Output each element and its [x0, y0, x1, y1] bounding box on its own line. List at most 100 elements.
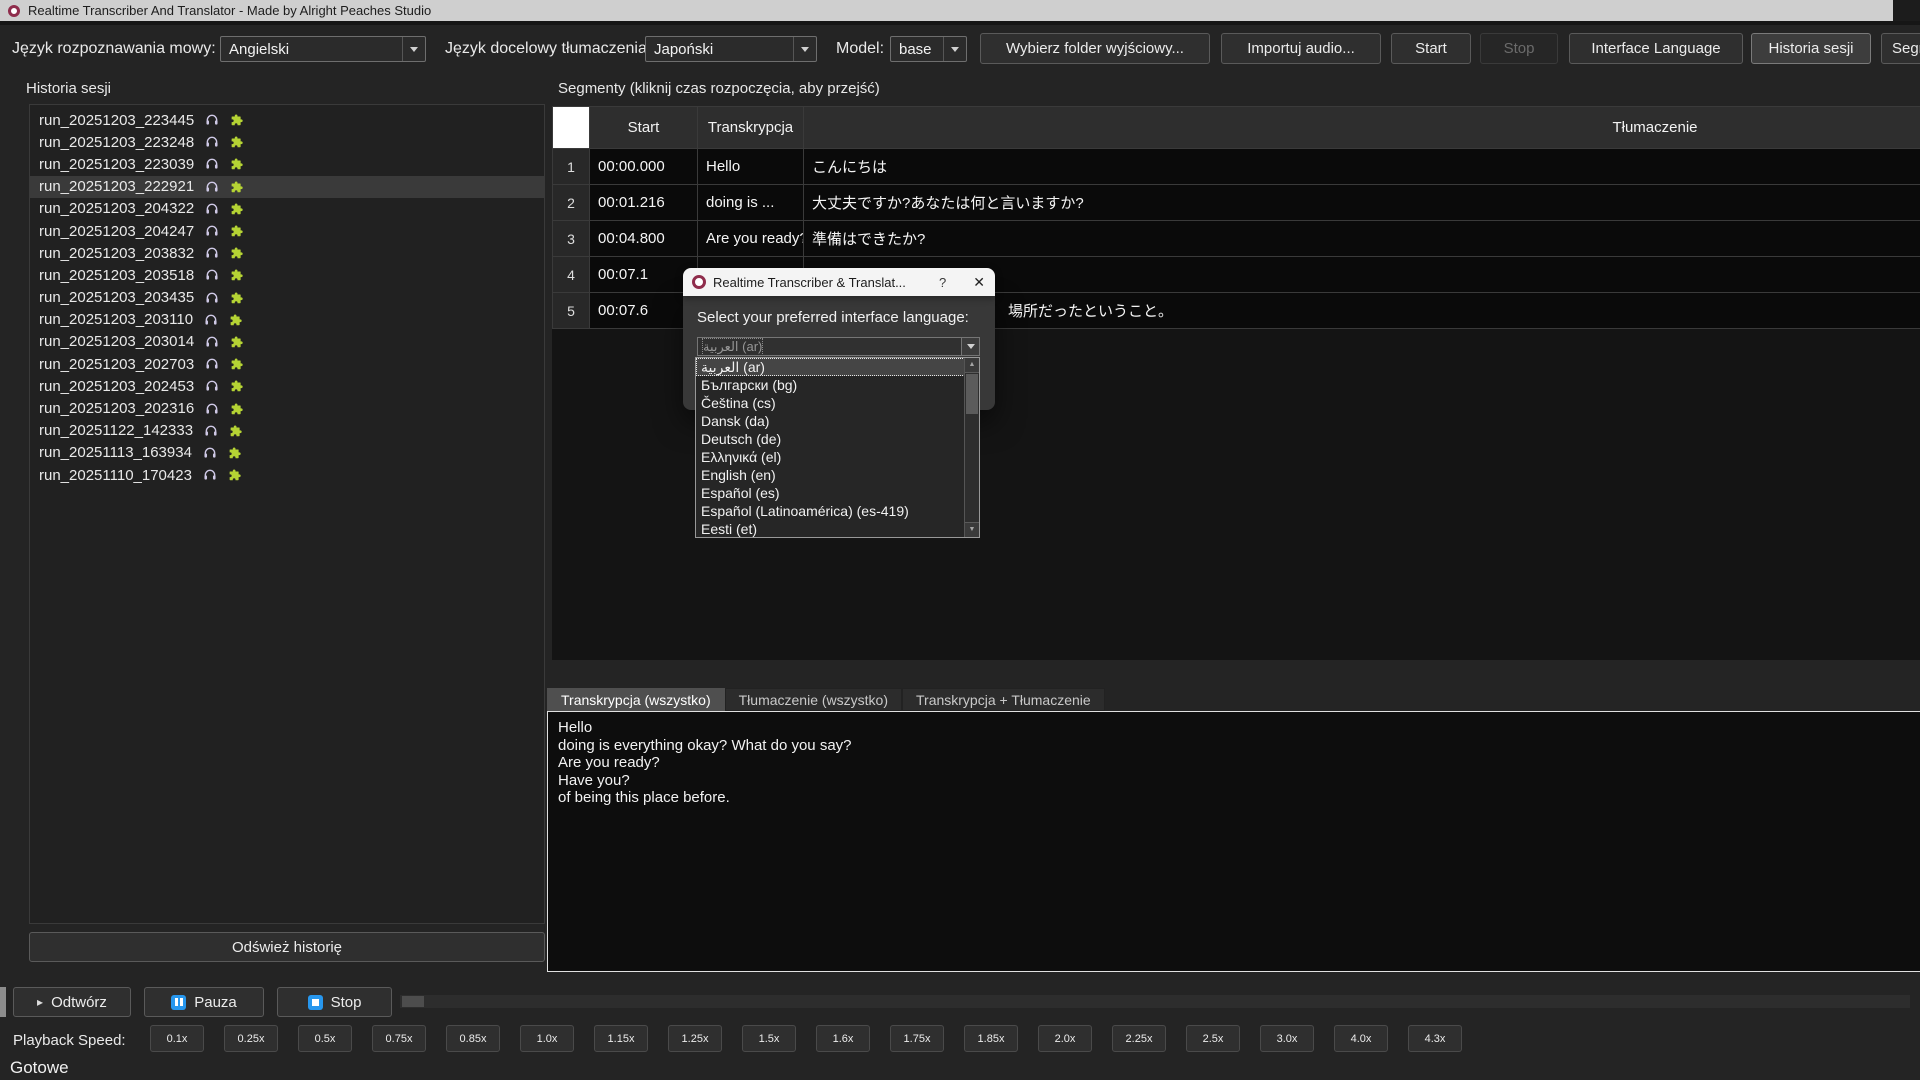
- scroll-down-icon[interactable]: ▼: [965, 522, 979, 537]
- speed-button-0.5x[interactable]: 0.5x: [298, 1025, 352, 1052]
- speed-button-1.25x[interactable]: 1.25x: [668, 1025, 722, 1052]
- stop-playback-button[interactable]: Stop: [277, 987, 392, 1017]
- session-item[interactable]: run_20251203_203832: [30, 242, 544, 264]
- chevron-down-icon[interactable]: [402, 37, 425, 61]
- column-header-start[interactable]: Start: [590, 107, 697, 148]
- language-option[interactable]: English (en): [696, 466, 979, 484]
- language-option[interactable]: Español (Latinoamérica) (es-419): [696, 502, 979, 520]
- segment-transcript-cell[interactable]: doing is ...: [698, 185, 803, 220]
- language-dropdown-list[interactable]: العربية (ar)Български (bg)Čeština (cs)Da…: [695, 357, 980, 538]
- session-item[interactable]: run_20251203_204322: [30, 198, 544, 220]
- row-number-cell[interactable]: 3: [553, 221, 589, 256]
- session-item[interactable]: run_20251203_203110: [30, 309, 544, 331]
- tab-1[interactable]: Transkrypcja (wszystko): [547, 688, 725, 711]
- row-number-cell[interactable]: 4: [553, 257, 589, 292]
- segment-start-cell[interactable]: 00:01.216: [590, 185, 697, 220]
- segment-translation-cell[interactable]: 準備はできたか?: [804, 221, 1920, 256]
- speed-button-1.85x[interactable]: 1.85x: [964, 1025, 1018, 1052]
- dialog-title-bar[interactable]: Realtime Transcriber & Translat... ? ✕: [683, 268, 995, 296]
- interface-language-button[interactable]: Interface Language: [1569, 33, 1743, 64]
- segment-translation-cell[interactable]: 大丈夫ですか?あなたは何と言いますか?: [804, 185, 1920, 220]
- scroll-up-icon[interactable]: ▲: [965, 358, 979, 373]
- source-language-combo[interactable]: Angielski: [220, 36, 426, 62]
- segment-translation-cell[interactable]: こんにちは: [804, 149, 1920, 184]
- speed-button-0.25x[interactable]: 0.25x: [224, 1025, 278, 1052]
- chevron-down-icon[interactable]: [961, 338, 979, 355]
- speed-button-1.75x[interactable]: 1.75x: [890, 1025, 944, 1052]
- start-button[interactable]: Start: [1391, 33, 1471, 64]
- tab-3[interactable]: Transkrypcja + Tłumaczenie: [902, 688, 1105, 711]
- speed-button-0.1x[interactable]: 0.1x: [150, 1025, 204, 1052]
- chevron-down-icon[interactable]: [793, 37, 816, 61]
- speed-button-0.75x[interactable]: 0.75x: [372, 1025, 426, 1052]
- language-option[interactable]: Čeština (cs): [696, 394, 979, 412]
- tab-2[interactable]: Tłumaczenie (wszystko): [725, 688, 902, 711]
- speed-button-1.15x[interactable]: 1.15x: [594, 1025, 648, 1052]
- language-option[interactable]: Deutsch (de): [696, 430, 979, 448]
- chevron-down-icon[interactable]: [943, 37, 966, 61]
- speed-button-1.0x[interactable]: 1.0x: [520, 1025, 574, 1052]
- play-button[interactable]: ▸ Odtwórz: [13, 987, 131, 1017]
- column-header-translation[interactable]: Tłumaczenie: [804, 107, 1920, 148]
- language-option[interactable]: Eesti (et): [696, 520, 979, 538]
- window-controls[interactable]: [1893, 0, 1920, 21]
- dialog-close-button[interactable]: ✕: [973, 274, 985, 291]
- session-item[interactable]: run_20251203_204247: [30, 220, 544, 242]
- row-number-cell[interactable]: 2: [553, 185, 589, 220]
- segment-start-cell[interactable]: 00:07.1: [590, 257, 697, 292]
- choose-output-folder-button[interactable]: Wybierz folder wyjściowy...: [980, 33, 1210, 64]
- refresh-history-button[interactable]: Odśwież historię: [29, 932, 545, 962]
- dropdown-scrollbar[interactable]: ▲ ▼: [964, 358, 979, 537]
- session-item[interactable]: run_20251203_202453: [30, 375, 544, 397]
- session-item[interactable]: run_20251203_203014: [30, 331, 544, 353]
- speed-button-1.6x[interactable]: 1.6x: [816, 1025, 870, 1052]
- session-item[interactable]: run_20251203_203435: [30, 287, 544, 309]
- segment-start-cell[interactable]: 00:07.6: [590, 293, 697, 328]
- segments-panel-toggle[interactable]: Segmenty: [1881, 33, 1920, 64]
- language-option[interactable]: العربية (ar): [696, 358, 979, 376]
- session-item[interactable]: run_20251110_170423: [30, 464, 544, 486]
- interface-language-combo[interactable]: العربية (ar): [697, 337, 980, 356]
- language-option[interactable]: Ελληνικά (el): [696, 448, 979, 466]
- speed-button-2.0x[interactable]: 2.0x: [1038, 1025, 1092, 1052]
- session-item[interactable]: run_20251122_142333: [30, 420, 544, 442]
- speed-button-3.0x[interactable]: 3.0x: [1260, 1025, 1314, 1052]
- segment-transcript-cell[interactable]: Hello: [698, 149, 803, 184]
- speed-button-1.5x[interactable]: 1.5x: [742, 1025, 796, 1052]
- session-item[interactable]: run_20251203_223445: [30, 109, 544, 131]
- session-item[interactable]: run_20251203_202316: [30, 397, 544, 419]
- target-language-combo[interactable]: Japoński: [645, 36, 817, 62]
- model-combo[interactable]: base: [890, 36, 967, 62]
- column-header-transcript[interactable]: Transkrypcja: [698, 107, 803, 148]
- headphones-icon: [205, 291, 219, 305]
- import-audio-button[interactable]: Importuj audio...: [1221, 33, 1381, 64]
- pause-button[interactable]: Pauza: [144, 987, 264, 1017]
- speed-button-2.25x[interactable]: 2.25x: [1112, 1025, 1166, 1052]
- segment-start-cell[interactable]: 00:04.800: [590, 221, 697, 256]
- scrollbar-thumb[interactable]: [966, 374, 978, 414]
- transcript-textarea[interactable]: Hello doing is everything okay? What do …: [547, 711, 1920, 972]
- speed-button-2.5x[interactable]: 2.5x: [1186, 1025, 1240, 1052]
- session-item[interactable]: run_20251203_223039: [30, 153, 544, 175]
- playback-position-slider[interactable]: [400, 995, 1910, 1008]
- session-item[interactable]: run_20251203_223248: [30, 131, 544, 153]
- slider-handle[interactable]: [402, 996, 424, 1007]
- segment-start-cell[interactable]: 00:00.000: [590, 149, 697, 184]
- history-panel-toggle[interactable]: Historia sesji: [1751, 33, 1871, 64]
- session-item[interactable]: run_20251113_163934: [30, 442, 544, 464]
- language-option[interactable]: Dansk (da): [696, 412, 979, 430]
- speed-button-4.3x[interactable]: 4.3x: [1408, 1025, 1462, 1052]
- language-option[interactable]: Български (bg): [696, 376, 979, 394]
- speed-button-0.85x[interactable]: 0.85x: [446, 1025, 500, 1052]
- row-number-cell[interactable]: 1: [553, 149, 589, 184]
- session-item[interactable]: run_20251203_203518: [30, 264, 544, 286]
- stop-button[interactable]: Stop: [1480, 33, 1558, 64]
- session-history-list[interactable]: run_20251203_223445run_20251203_223248ru…: [29, 104, 545, 924]
- speed-button-4.0x[interactable]: 4.0x: [1334, 1025, 1388, 1052]
- row-number-cell[interactable]: 5: [553, 293, 589, 328]
- dialog-help-button[interactable]: ?: [939, 275, 946, 290]
- language-option[interactable]: Español (es): [696, 484, 979, 502]
- session-item[interactable]: run_20251203_222921: [30, 176, 544, 198]
- segment-transcript-cell[interactable]: Are you ready?: [698, 221, 803, 256]
- session-item[interactable]: run_20251203_202703: [30, 353, 544, 375]
